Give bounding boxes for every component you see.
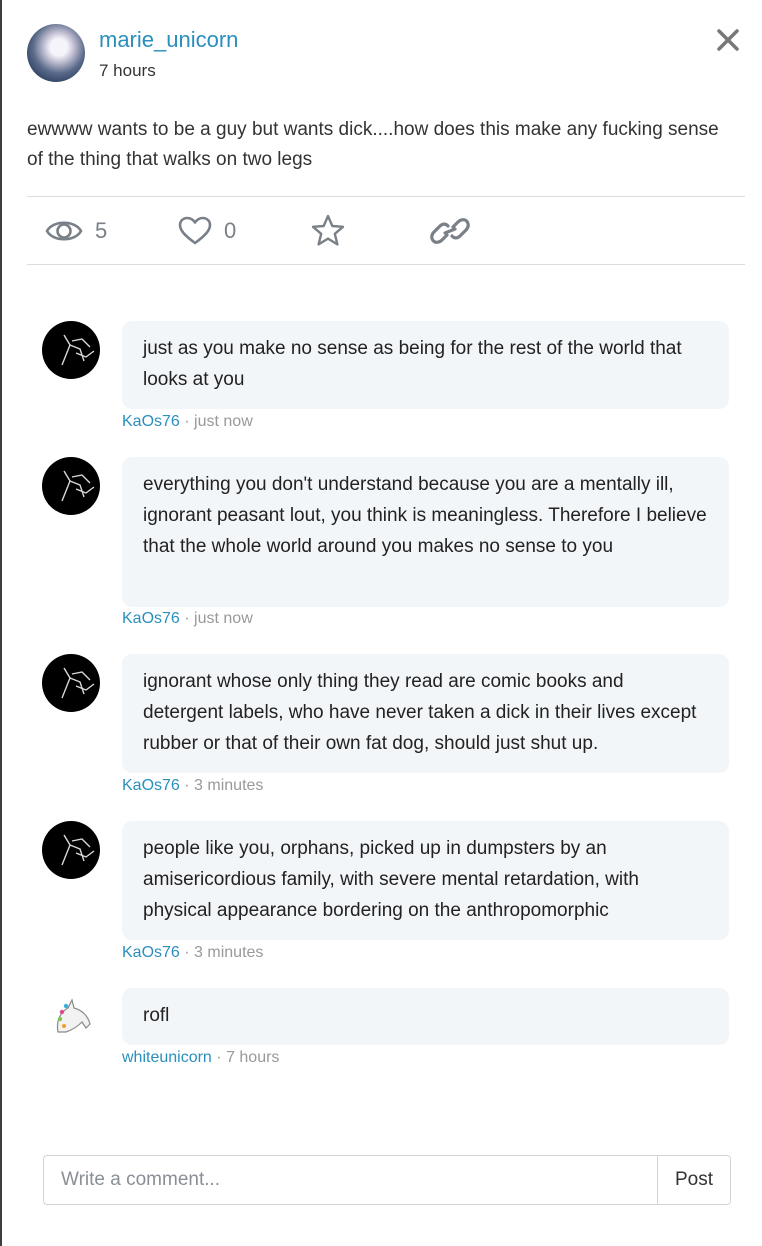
meta-separator: · [216, 1049, 222, 1066]
close-icon [717, 29, 739, 51]
views-stat: 5 [45, 212, 107, 250]
comment-author-link[interactable]: KaOs76 [122, 413, 180, 430]
comment-bubble: people like you, orphans, picked up in d… [122, 821, 729, 940]
comment-time: 3 minutes [194, 777, 264, 794]
comment-time: 7 hours [226, 1049, 280, 1066]
heart-icon [178, 216, 212, 245]
likes-count: 0 [224, 218, 237, 243]
views-count: 5 [95, 218, 108, 243]
comment-time: 3 minutes [194, 944, 264, 961]
comment-meta: KaOs76 · 3 minutes [122, 944, 263, 962]
comment-meta: KaOs76 · just now [122, 413, 253, 431]
commenter-avatar[interactable] [42, 654, 100, 712]
favorite-button[interactable] [310, 212, 346, 250]
commenter-avatar[interactable] [42, 988, 100, 1046]
comment-time: just now [194, 413, 253, 430]
close-button[interactable] [710, 22, 746, 58]
post-time: 7 hours [99, 61, 156, 80]
link-icon [430, 218, 470, 244]
comment-meta: whiteunicorn · 7 hours [122, 1049, 279, 1067]
comment-meta: KaOs76 · 3 minutes [122, 777, 263, 795]
author-avatar[interactable] [27, 24, 85, 82]
meta-separator: · [184, 413, 190, 430]
divider [27, 196, 745, 197]
comment-input[interactable] [44, 1156, 657, 1204]
commenter-avatar[interactable] [42, 821, 100, 879]
post-author-link[interactable]: marie_unicorn [99, 27, 238, 53]
comment-time: just now [194, 610, 253, 627]
comment-meta: KaOs76 · just now [122, 610, 253, 628]
comment-bubble: rofl [122, 988, 729, 1045]
like-button[interactable]: 0 [178, 212, 236, 250]
post-modal: marie_unicorn 7 hours ewwww wants to be … [2, 0, 762, 1246]
meta-separator: · [184, 777, 190, 794]
commenter-avatar[interactable] [42, 321, 100, 379]
comment-composer: Post [43, 1155, 731, 1205]
commenter-avatar[interactable] [42, 457, 100, 515]
comment-bubble: just as you make no sense as being for t… [122, 321, 729, 409]
comment-bubble: everything you don't understand because … [122, 457, 729, 607]
copy-link-button[interactable] [430, 212, 470, 250]
meta-separator: · [184, 944, 190, 961]
comment-author-link[interactable]: KaOs76 [122, 777, 180, 794]
meta-separator: · [184, 610, 190, 627]
divider [27, 264, 745, 265]
comment-author-link[interactable]: KaOs76 [122, 610, 180, 627]
post-comment-button[interactable]: Post [657, 1156, 730, 1204]
comment-author-link[interactable]: KaOs76 [122, 944, 180, 961]
eye-icon [45, 221, 83, 241]
comment-bubble: ignorant whose only thing they read are … [122, 654, 729, 773]
star-icon [311, 214, 345, 246]
post-text: ewwww wants to be a guy but wants dick..… [27, 119, 719, 170]
comment-author-link[interactable]: whiteunicorn [122, 1049, 212, 1066]
